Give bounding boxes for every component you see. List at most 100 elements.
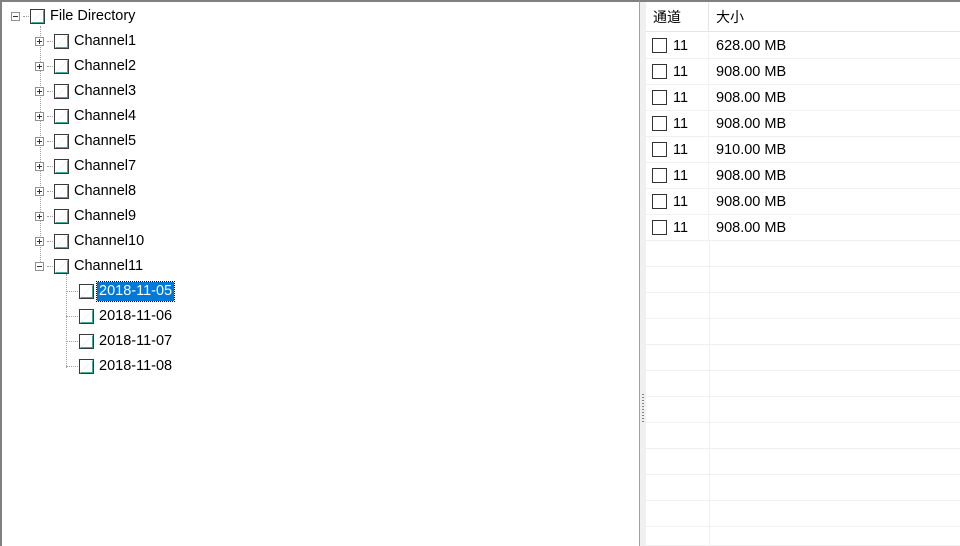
row-size: 908.00 MB	[716, 63, 787, 80]
row-size: 908.00 MB	[716, 115, 787, 132]
tree-node-label: File Directory	[50, 7, 136, 24]
tree-node-date-2018-11-05[interactable]: 2018-11-05	[66, 280, 176, 302]
collapse-icon[interactable]	[11, 11, 20, 21]
empty-row	[646, 397, 960, 423]
expand-icon[interactable]	[35, 161, 44, 171]
tree-connector	[47, 191, 53, 192]
row-size: 908.00 MB	[716, 193, 787, 210]
row-checkbox[interactable]	[652, 194, 667, 209]
row-checkbox[interactable]	[652, 142, 667, 157]
empty-row	[646, 527, 960, 546]
expand-icon[interactable]	[35, 61, 44, 71]
tree-node-channel11[interactable]: Channel11	[35, 256, 145, 276]
expand-icon[interactable]	[35, 186, 44, 196]
row-channel: 11	[673, 63, 689, 80]
tree-node-date-2018-11-06[interactable]: 2018-11-06	[66, 306, 174, 326]
channel-checkbox-icon[interactable]	[54, 58, 69, 74]
row-checkbox[interactable]	[652, 168, 667, 183]
tree-node-channel3[interactable]: Channel3	[35, 81, 138, 101]
row-channel: 11	[673, 115, 689, 132]
row-checkbox[interactable]	[652, 38, 667, 53]
channel-checkbox-icon[interactable]	[54, 33, 69, 49]
row-size: 910.00 MB	[716, 141, 787, 158]
list-row[interactable]: 11 628.00 MB	[646, 32, 960, 59]
row-checkbox[interactable]	[652, 64, 667, 79]
channel-checkbox-icon[interactable]	[54, 258, 69, 274]
empty-row	[646, 501, 960, 527]
row-checkbox[interactable]	[652, 220, 667, 235]
tree-node-label: Channel3	[74, 82, 137, 99]
file-directory-tree[interactable]: File Directory Channel1 Channel2 Channel…	[0, 0, 640, 546]
expand-icon[interactable]	[35, 111, 44, 121]
row-channel: 11	[673, 219, 689, 236]
root-checkbox-icon[interactable]	[30, 8, 45, 24]
tree-node-date-2018-11-08[interactable]: 2018-11-08	[66, 356, 174, 376]
tree-connector	[47, 41, 53, 42]
tree-connector	[66, 341, 78, 342]
tree-node-channel2[interactable]: Channel2	[35, 56, 138, 76]
column-header-channel[interactable]: 通道	[646, 2, 709, 32]
channel-checkbox-icon[interactable]	[54, 233, 69, 249]
tree-node-label: Channel5	[74, 132, 137, 149]
expand-icon[interactable]	[35, 36, 44, 46]
tree-node-label: Channel2	[74, 57, 137, 74]
tree-node-label: 2018-11-06	[99, 307, 173, 324]
tree-connector	[47, 116, 53, 117]
tree-node-channel10[interactable]: Channel10	[35, 231, 146, 251]
channel-checkbox-icon[interactable]	[54, 133, 69, 149]
list-row[interactable]: 11 908.00 MB	[646, 162, 960, 189]
tree-connector	[66, 366, 78, 367]
empty-row	[646, 423, 960, 449]
date-checkbox-icon[interactable]	[79, 358, 94, 374]
row-size: 908.00 MB	[716, 167, 787, 184]
file-list[interactable]: 通道 大小 11 628.00 MB 11 908.00 MB 11 908.0…	[646, 0, 960, 546]
channel-checkbox-icon[interactable]	[54, 208, 69, 224]
tree-connector	[47, 166, 53, 167]
empty-row	[646, 449, 960, 475]
channel-checkbox-icon[interactable]	[54, 158, 69, 174]
tree-node-label: Channel10	[74, 232, 145, 249]
channel-checkbox-icon[interactable]	[54, 83, 69, 99]
tree-node-label: Channel8	[74, 182, 137, 199]
date-checkbox-icon[interactable]	[79, 283, 94, 299]
tree-connector	[47, 241, 53, 242]
date-checkbox-icon[interactable]	[79, 308, 94, 324]
tree-node-channel1[interactable]: Channel1	[35, 31, 138, 51]
list-row[interactable]: 11 908.00 MB	[646, 58, 960, 85]
tree-node-channel9[interactable]: Channel9	[35, 206, 138, 226]
row-checkbox[interactable]	[652, 90, 667, 105]
expand-icon[interactable]	[35, 86, 44, 96]
row-channel: 11	[673, 89, 689, 106]
splitter-grip-icon[interactable]	[642, 394, 644, 424]
list-row[interactable]: 11 908.00 MB	[646, 84, 960, 111]
empty-row	[646, 293, 960, 319]
expand-icon[interactable]	[35, 236, 44, 246]
empty-row	[646, 241, 960, 267]
tree-node-date-2018-11-07[interactable]: 2018-11-07	[66, 331, 174, 351]
date-checkbox-icon[interactable]	[79, 333, 94, 349]
expand-icon[interactable]	[35, 136, 44, 146]
tree-node-channel5[interactable]: Channel5	[35, 131, 138, 151]
tree-node-channel4[interactable]: Channel4	[35, 106, 138, 126]
list-row[interactable]: 11 908.00 MB	[646, 188, 960, 215]
list-row[interactable]: 11 908.00 MB	[646, 214, 960, 241]
list-row[interactable]: 11 910.00 MB	[646, 136, 960, 163]
tree-connector	[47, 91, 53, 92]
empty-row	[646, 475, 960, 501]
list-row[interactable]: 11 908.00 MB	[646, 110, 960, 137]
tree-node-label: 2018-11-05	[95, 280, 176, 302]
empty-row	[646, 267, 960, 293]
column-header-size[interactable]: 大小	[709, 2, 960, 32]
tree-node-label: 2018-11-08	[99, 357, 173, 374]
tree-node-root[interactable]: File Directory	[11, 6, 137, 26]
tree-node-channel8[interactable]: Channel8	[35, 181, 138, 201]
expand-icon[interactable]	[35, 211, 44, 221]
channel-checkbox-icon[interactable]	[54, 108, 69, 124]
empty-row	[646, 345, 960, 371]
row-checkbox[interactable]	[652, 116, 667, 131]
channel-checkbox-icon[interactable]	[54, 183, 69, 199]
collapse-icon[interactable]	[35, 261, 44, 271]
tree-connector	[47, 216, 53, 217]
row-channel: 11	[673, 193, 689, 210]
tree-node-channel7[interactable]: Channel7	[35, 156, 138, 176]
